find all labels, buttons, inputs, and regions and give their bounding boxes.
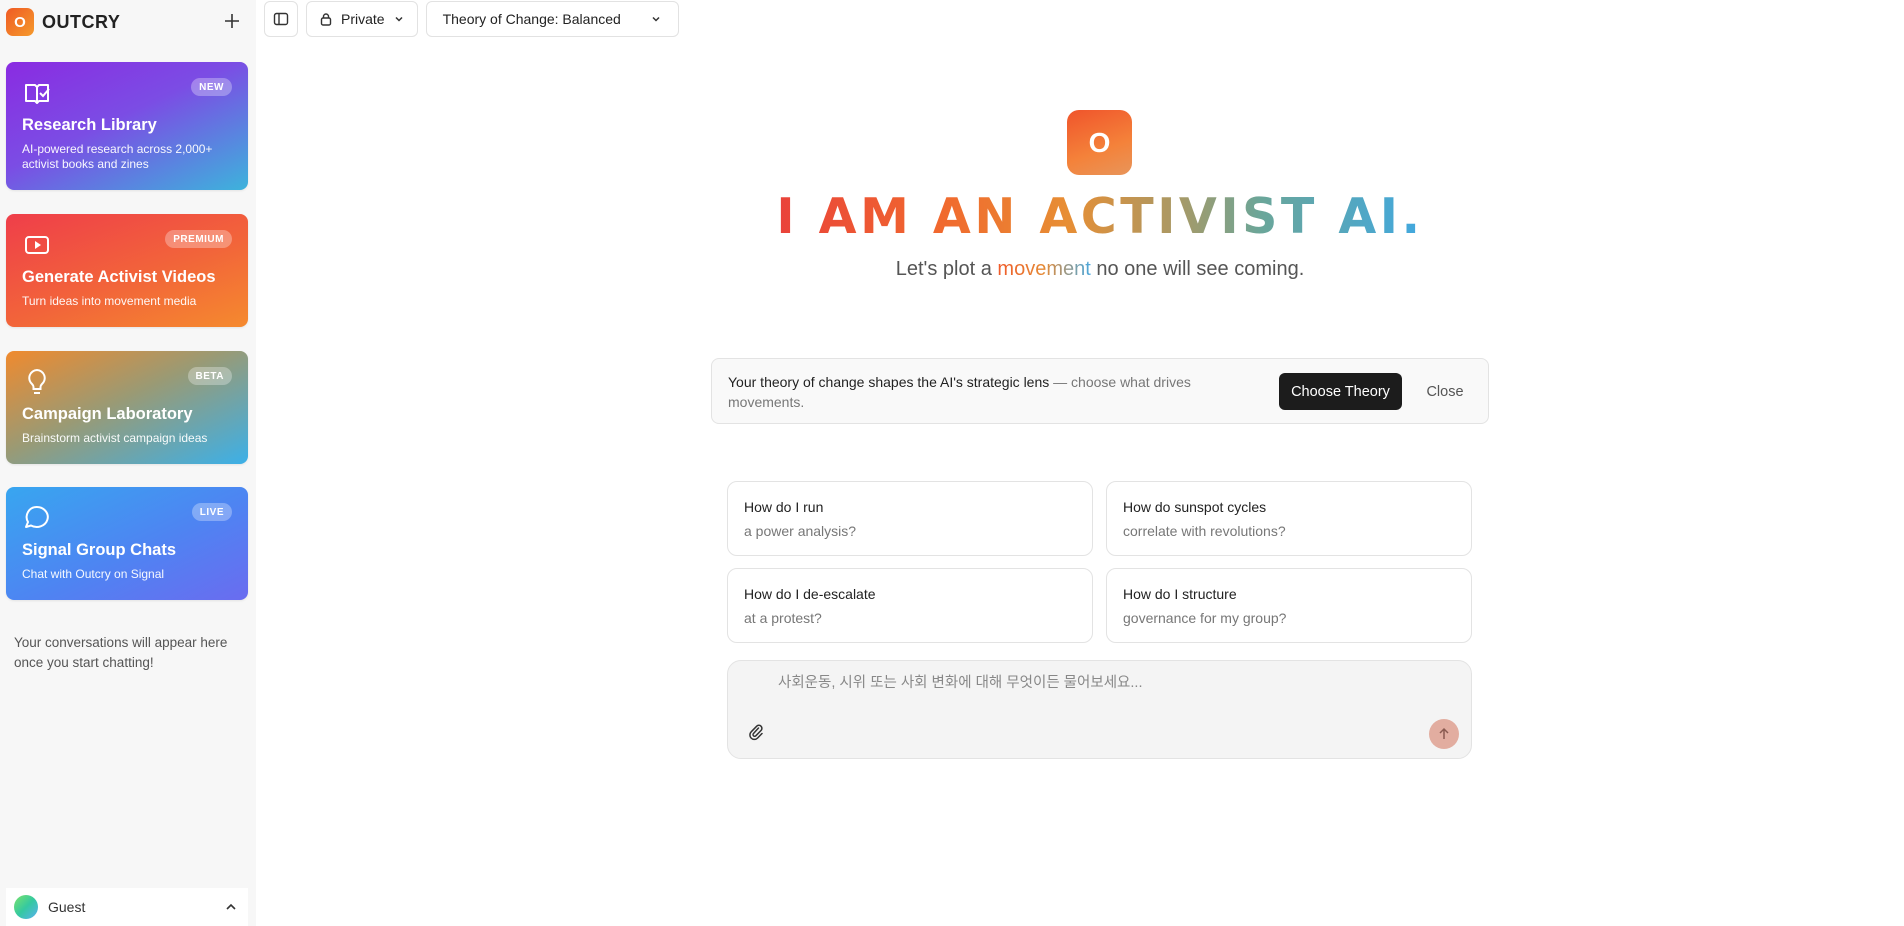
hero-title-text: I AM AN ACTIVIST AI. (776, 188, 1424, 245)
empty-conversations-message: Your conversations will appear here once… (14, 635, 228, 670)
suggestion-card[interactable]: How do I run a power analysis? (727, 481, 1093, 556)
hero-logo: O (1067, 110, 1132, 175)
brand[interactable]: O OUTCRY (6, 8, 120, 36)
sidebar-icon (273, 12, 289, 26)
card-description: Chat with Outcry on Signal (22, 567, 165, 581)
status-badge: NEW (191, 78, 232, 96)
suggestion-line1: How do I run (744, 499, 824, 515)
chevron-down-icon (395, 16, 403, 22)
paperclip-icon[interactable] (747, 723, 765, 741)
chevron-down-icon (652, 16, 660, 22)
plus-icon (225, 14, 239, 28)
chat-bubble-icon (25, 505, 49, 528)
status-badge: BETA (187, 367, 232, 385)
card-title: Research Library (22, 116, 157, 134)
sidebar: O OUTCRY NEW Research Library AI-powered… (0, 0, 256, 926)
visibility-dropdown[interactable]: Private (306, 1, 418, 37)
card-title: Signal Group Chats (22, 541, 177, 559)
notice-text: Your theory of change shapes the AI's st… (728, 372, 1268, 412)
subtitle-after: no one will see coming. (1090, 258, 1305, 280)
arrow-up-icon (1439, 727, 1449, 739)
hero-subtitle: Let's plot a movement no one will see co… (0, 258, 1904, 281)
send-button[interactable] (1429, 719, 1459, 749)
user-name: Guest (48, 899, 86, 915)
choose-theory-button[interactable]: Choose Theory (1279, 373, 1402, 410)
subtitle-before: Let's plot a (895, 258, 998, 280)
new-chat-button[interactable] (220, 9, 244, 33)
suggestion-line2: a power analysis? (744, 523, 857, 539)
suggestion-card[interactable]: How do sunspot cycles correlate with rev… (1106, 481, 1472, 556)
sidebar-toggle-button[interactable] (264, 1, 298, 37)
subtitle-highlight: movement (997, 258, 1091, 280)
chevron-up-icon (226, 903, 236, 910)
lock-icon (320, 13, 332, 26)
card-title: Campaign Laboratory (22, 405, 193, 423)
user-menu[interactable]: Guest (6, 888, 248, 926)
chat-input[interactable]: 사회운동, 시위 또는 사회 변화에 대해 무엇이든 물어보세요... (727, 660, 1472, 759)
suggestion-line2: correlate with revolutions? (1123, 523, 1286, 539)
theory-notice: Your theory of change shapes the AI's st… (711, 358, 1489, 424)
notice-bold: Your theory of change shapes the AI's st… (728, 374, 1050, 390)
suggestion-line1: How do sunspot cycles (1123, 499, 1267, 515)
visibility-label: Private (341, 11, 385, 27)
suggestion-card[interactable]: How do I structure governance for my gro… (1106, 568, 1472, 643)
card-description: Brainstorm activist campaign ideas (22, 431, 208, 445)
theory-label: Theory of Change: Balanced (442, 11, 621, 27)
card-description: Turn ideas into movement media (22, 294, 197, 308)
close-notice-button[interactable]: Close (1412, 373, 1478, 410)
chat-input-placeholder: 사회운동, 시위 또는 사회 변화에 대해 무엇이든 물어보세요... (778, 675, 1143, 691)
suggestion-line2: governance for my group? (1123, 610, 1287, 626)
campaign-laboratory-card[interactable]: BETA Campaign Laboratory Brainstorm acti… (6, 351, 248, 464)
suggestion-line1: How do I de-escalate (744, 586, 876, 602)
avatar (14, 895, 38, 919)
suggestion-line1: How do I structure (1123, 586, 1237, 602)
status-badge: LIVE (191, 503, 232, 521)
signal-group-chats-card[interactable]: LIVE Signal Group Chats Chat with Outcry… (6, 487, 248, 600)
brand-logo: O (6, 8, 34, 36)
suggestion-card[interactable]: How do I de-escalate at a protest? (727, 568, 1093, 643)
card-description: AI-powered research across 2,000+ activi… (22, 142, 213, 171)
top-bar: Private Theory of Change: Balanced (264, 0, 679, 38)
hero-title: I AM AN ACTIVIST AI. (0, 188, 1904, 245)
suggestion-line2: at a protest? (744, 610, 822, 626)
research-library-card[interactable]: NEW Research Library AI-powered research… (6, 62, 248, 190)
theory-of-change-dropdown[interactable]: Theory of Change: Balanced (425, 1, 679, 37)
book-check-icon (25, 84, 50, 104)
brand-name: OUTCRY (42, 11, 121, 32)
lightbulb-icon (28, 368, 46, 394)
